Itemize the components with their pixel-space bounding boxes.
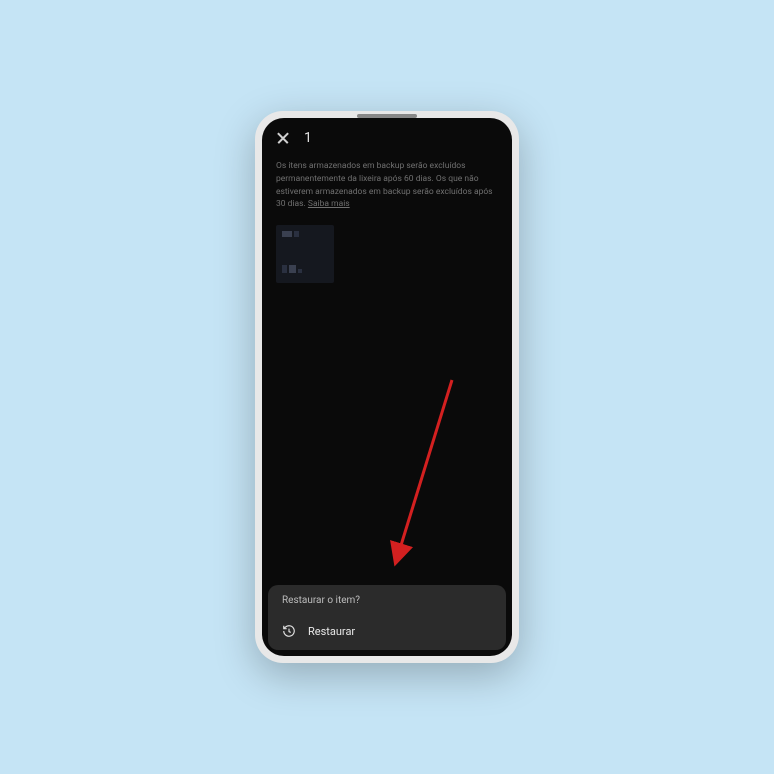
screen: 1 Os itens armazenados em backup serão e…: [262, 118, 512, 656]
thumbnail-grid: [262, 223, 512, 285]
bottom-sheet: Restaurar o item? Restaurar: [268, 585, 506, 650]
sheet-title: Restaurar o item?: [268, 585, 506, 614]
photo-thumbnail[interactable]: [276, 225, 334, 283]
trash-info-text: Os itens armazenados em backup serão exc…: [262, 156, 512, 223]
header-bar: 1: [262, 118, 512, 156]
restore-label: Restaurar: [308, 625, 355, 638]
close-icon[interactable]: [276, 131, 290, 145]
restore-button[interactable]: Restaurar: [268, 614, 506, 650]
phone-frame: 1 Os itens armazenados em backup serão e…: [255, 111, 519, 663]
learn-more-link[interactable]: Saiba mais: [308, 199, 350, 209]
selection-count: 1: [304, 130, 312, 146]
restore-icon: [282, 624, 296, 638]
